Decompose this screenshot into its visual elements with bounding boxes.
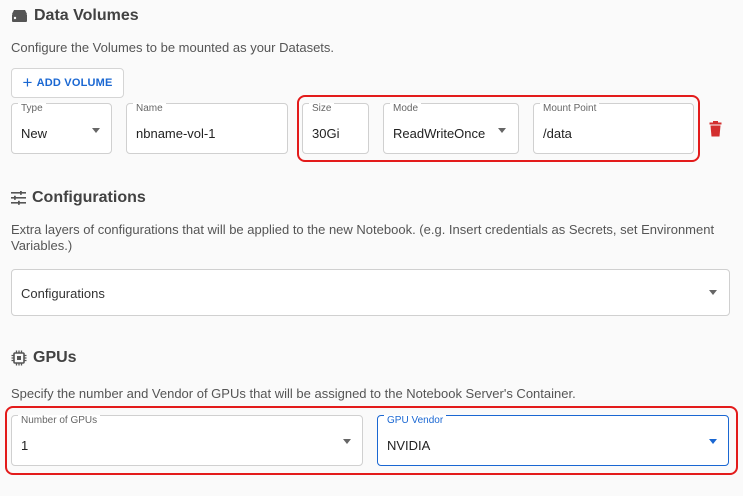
volume-type-select[interactable]: Type New: [11, 103, 112, 154]
number-of-gpus-select[interactable]: Number of GPUs 1: [11, 415, 363, 466]
chip-icon: [11, 350, 27, 366]
mount-point-label: Mount Point: [540, 103, 600, 115]
gpu-vendor-label: GPU Vendor: [384, 415, 447, 427]
add-volume-label: ADD VOLUME: [36, 77, 113, 89]
volume-name-value: nbname-vol-1: [136, 126, 216, 141]
mount-point-value: /data: [543, 126, 572, 141]
storage-icon: [11, 9, 28, 23]
configurations-heading: Configurations: [11, 189, 146, 207]
chevron-down-icon: [498, 128, 506, 133]
data-volumes-heading: Data Volumes: [11, 7, 139, 25]
gpus-description: Specify the number and Vendor of GPUs th…: [11, 386, 576, 401]
volume-type-label: Type: [18, 103, 46, 115]
chevron-down-icon: [709, 290, 717, 295]
volume-mode-value: ReadWriteOnce: [393, 126, 486, 141]
data-volumes-description: Configure the Volumes to be mounted as y…: [11, 40, 335, 55]
trash-icon[interactable]: [709, 121, 722, 142]
gpu-vendor-value: NVIDIA: [387, 438, 431, 453]
chevron-down-icon: [343, 439, 351, 444]
add-volume-button[interactable]: + ADD VOLUME: [11, 68, 124, 98]
gpus-title: GPUs: [33, 349, 77, 366]
volume-size-field[interactable]: Size 30Gi: [302, 103, 369, 154]
volume-name-label: Name: [133, 103, 166, 115]
gpus-heading: GPUs: [11, 349, 77, 367]
volume-type-value: New: [21, 126, 48, 141]
chevron-down-icon: [92, 128, 100, 133]
configurations-description: Extra layers of configurations that will…: [11, 222, 715, 253]
configurations-select[interactable]: Configurations: [11, 269, 730, 316]
volume-mode-select[interactable]: Mode ReadWriteOnce: [383, 103, 519, 154]
volume-mode-label: Mode: [390, 103, 422, 115]
mount-point-field[interactable]: Mount Point /data: [533, 103, 694, 154]
volume-size-label: Size: [309, 103, 335, 115]
tune-icon: [11, 191, 26, 205]
configurations-placeholder: Configurations: [21, 286, 105, 301]
plus-icon: +: [22, 72, 33, 92]
volume-size-value: 30Gi: [312, 126, 340, 141]
gpu-vendor-select[interactable]: GPU Vendor NVIDIA: [377, 415, 729, 466]
number-of-gpus-label: Number of GPUs: [18, 415, 101, 427]
number-of-gpus-value: 1: [21, 438, 29, 453]
configurations-title: Configurations: [32, 189, 146, 206]
chevron-down-icon: [709, 439, 717, 444]
data-volumes-title: Data Volumes: [34, 7, 139, 24]
volume-name-field[interactable]: Name nbname-vol-1: [126, 103, 288, 154]
